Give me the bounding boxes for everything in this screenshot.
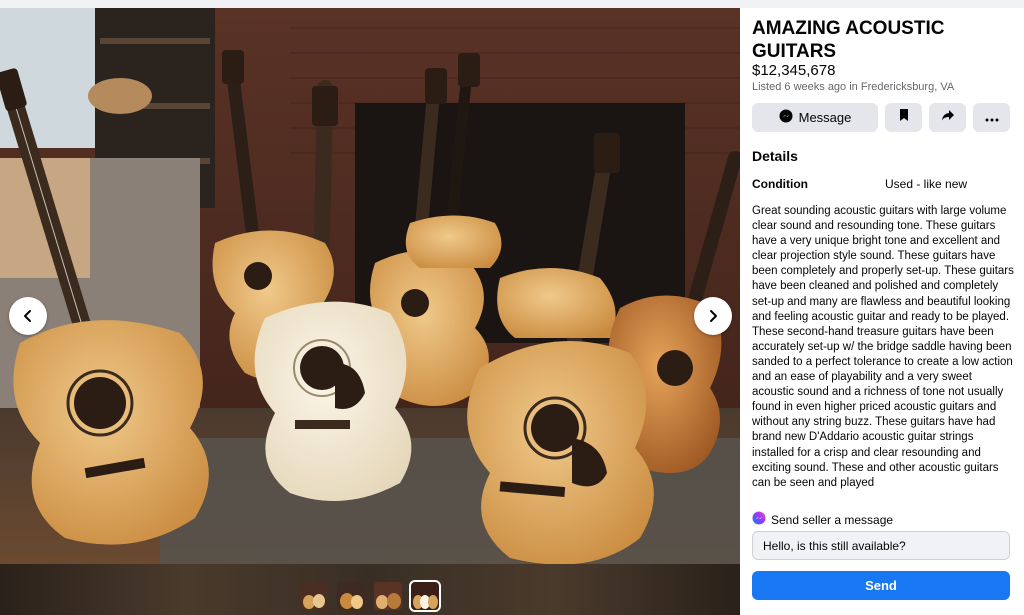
action-bar: Message xyxy=(752,103,1010,132)
thumbnail-3[interactable] xyxy=(374,582,402,610)
send-seller-message-header: Send seller a message xyxy=(752,511,893,528)
photo-viewer xyxy=(0,8,740,615)
share-icon xyxy=(941,108,955,127)
send-button[interactable]: Send xyxy=(752,571,1010,600)
message-button[interactable]: Message xyxy=(752,103,878,132)
listing-meta: Listed 6 weeks ago in Fredericksburg, VA xyxy=(752,81,955,93)
bookmark-icon xyxy=(898,108,910,127)
message-input[interactable]: Hello, is this still available? xyxy=(752,531,1010,560)
next-photo-button[interactable] xyxy=(694,297,732,335)
share-button[interactable] xyxy=(929,103,966,132)
previous-photo-button[interactable] xyxy=(9,297,47,335)
more-options-button[interactable] xyxy=(973,103,1010,132)
send-seller-message-label: Send seller a message xyxy=(771,512,894,527)
listing-price: $12,345,678 xyxy=(752,62,836,79)
chevron-right-icon xyxy=(706,309,720,323)
listing-photo xyxy=(0,8,740,564)
more-icon xyxy=(985,109,999,127)
listing-details-panel: AMAZING ACOUSTIC GUITARS $12,345,678 Lis… xyxy=(740,8,1024,615)
listing-title: AMAZING ACOUSTIC GUITARS xyxy=(752,18,945,62)
thumbnail-2[interactable] xyxy=(337,582,365,610)
thumbnail-strip xyxy=(0,564,740,615)
messenger-icon xyxy=(779,109,793,126)
messenger-icon xyxy=(752,511,766,528)
condition-label: Condition xyxy=(752,177,808,191)
listing-description: Great sounding acoustic guitars with lar… xyxy=(752,205,1014,489)
message-button-label: Message xyxy=(798,110,852,125)
thumbnail-list xyxy=(300,580,441,612)
details-heading: Details xyxy=(752,148,798,164)
thumbnail-1[interactable] xyxy=(300,582,328,610)
thumbnail-4-active[interactable] xyxy=(409,580,441,612)
condition-value: Used - like new xyxy=(885,177,968,191)
chevron-left-icon xyxy=(21,309,35,323)
save-button[interactable] xyxy=(885,103,922,132)
